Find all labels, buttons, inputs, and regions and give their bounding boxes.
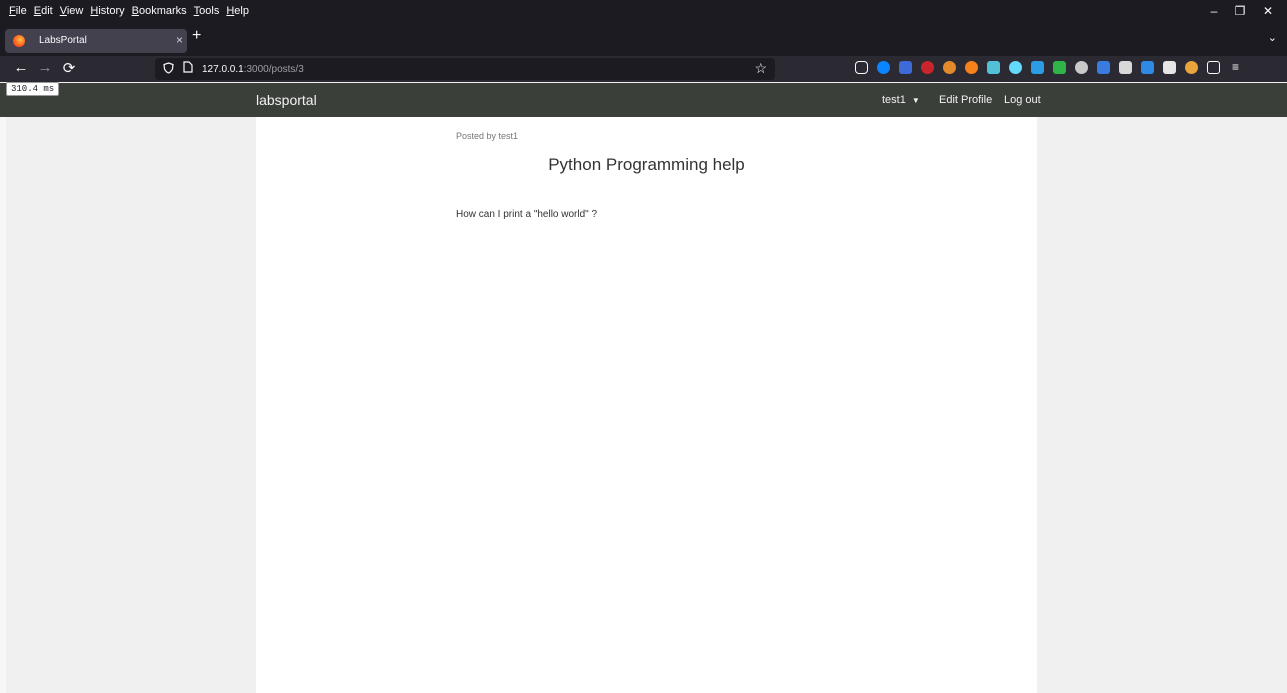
tab-title: LabsPortal [39, 35, 87, 46]
posted-by: Posted by test1 [456, 131, 519, 141]
sync-icon[interactable] [1185, 61, 1198, 74]
post-content: Posted by test1 Python Programming help … [256, 117, 1037, 693]
menu-bookmarks[interactable]: Bookmarks [132, 5, 187, 17]
minimize-button[interactable]: – [1204, 4, 1224, 18]
list-all-tabs-icon[interactable]: ⌄ [1268, 31, 1277, 44]
reader-icon[interactable] [1163, 61, 1176, 74]
star-icon[interactable]: ☆ [754, 60, 767, 77]
new-tab-button[interactable]: + [192, 27, 201, 45]
share-icon[interactable] [1207, 61, 1220, 74]
user-name: test1 [882, 94, 906, 106]
page-icon [183, 61, 193, 76]
onepassword-icon[interactable] [877, 61, 890, 74]
timing-badge: 310.4 ms [6, 82, 60, 96]
wave-icon[interactable] [987, 61, 1000, 74]
post-title: Python Programming help [548, 155, 745, 174]
url-text[interactable]: 127.0.0.1:3000/posts/3 [202, 64, 304, 75]
firefox-relay-icon[interactable] [965, 61, 978, 74]
menu-bar: File Edit View History Bookmarks Tools H… [0, 0, 1287, 24]
tab-close-icon[interactable]: × [176, 33, 183, 47]
notification-badge-icon[interactable] [1141, 61, 1154, 74]
battery-icon[interactable] [1053, 61, 1066, 74]
firefox-favicon-icon [13, 35, 25, 47]
menu-edit[interactable]: Edit [34, 5, 53, 17]
menu-tools[interactable]: Tools [194, 5, 220, 17]
extension-icon[interactable] [899, 61, 912, 74]
reload-button[interactable]: ⟳ [60, 59, 78, 77]
user-dropdown[interactable]: test1 ▼ [882, 94, 920, 106]
menu-file[interactable]: File [9, 5, 27, 17]
caret-down-icon: ▼ [911, 96, 920, 105]
address-bar[interactable]: 127.0.0.1:3000/posts/3 ☆ [155, 58, 775, 80]
browser-window: File Edit View History Bookmarks Tools H… [0, 0, 1287, 693]
hamburger-menu-icon[interactable]: ≡ [1229, 61, 1242, 74]
close-window-button[interactable]: ✕ [1258, 4, 1278, 18]
ublock-icon[interactable] [921, 61, 934, 74]
edit-profile-link[interactable]: Edit Profile [939, 94, 992, 106]
tab-labsportal[interactable]: LabsPortal × [5, 29, 187, 53]
speaker-icon[interactable] [1119, 61, 1132, 74]
back-button[interactable]: ← [12, 59, 30, 76]
restore-button[interactable]: ❐ [1230, 4, 1250, 18]
menu-history[interactable]: History [90, 5, 124, 17]
site-brand[interactable]: labsportal [256, 92, 317, 108]
menu-view[interactable]: View [60, 5, 84, 17]
site-navbar: labsportal test1 ▼ Edit Profile Log out [0, 83, 1287, 117]
menu-help[interactable]: Help [226, 5, 249, 17]
globe-icon[interactable] [1075, 61, 1088, 74]
logout-link[interactable]: Log out [1004, 94, 1041, 106]
forward-button[interactable]: → [36, 59, 54, 76]
left-edge [0, 117, 6, 693]
shield-icon[interactable] [163, 62, 174, 77]
url-path: :3000/posts/3 [243, 64, 304, 75]
url-host: 127.0.0.1 [202, 64, 244, 75]
color-picker-icon[interactable] [943, 61, 956, 74]
lighthouse-icon[interactable] [1097, 61, 1110, 74]
window-icon[interactable] [1031, 61, 1044, 74]
extensions-toolbar: ≡ [855, 61, 1242, 74]
react-devtools-icon[interactable] [1009, 61, 1022, 74]
post-body: How can I print a "hello world" ? [456, 209, 598, 220]
navigation-toolbar: ← → ⟳ 127.0.0.1:3000/posts/3 ☆ ≡ [0, 56, 1287, 82]
pocket-icon[interactable] [855, 61, 868, 74]
